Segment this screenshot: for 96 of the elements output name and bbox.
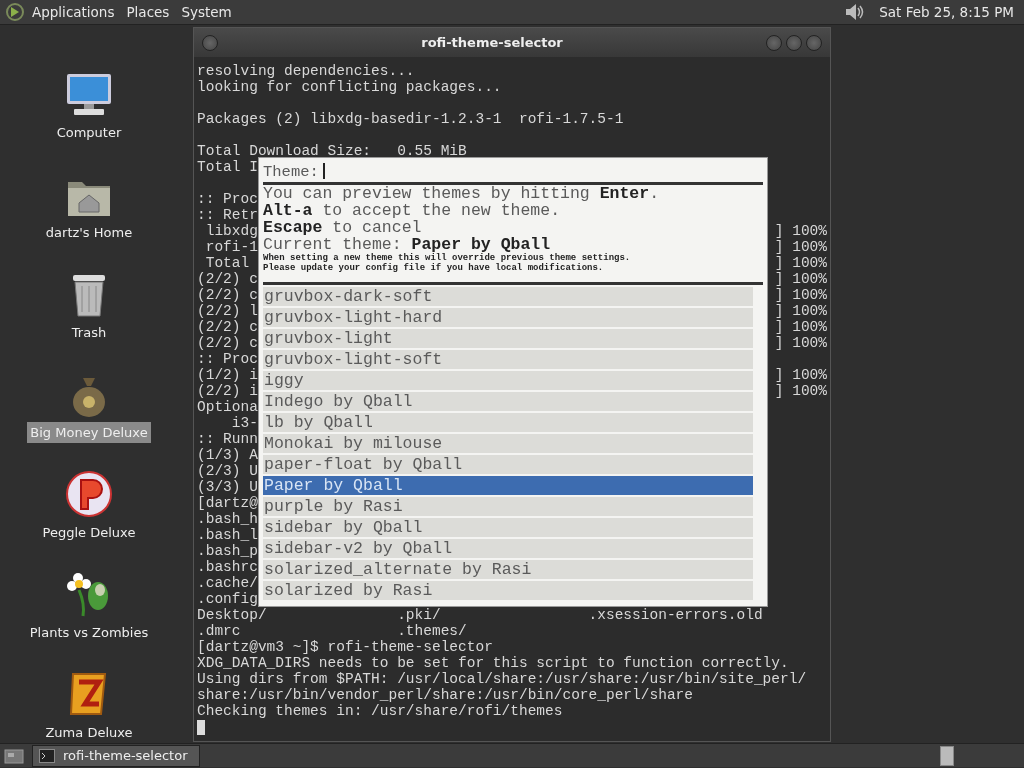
- icon-label[interactable]: Peggle Deluxe: [39, 521, 139, 543]
- taskbar-button[interactable]: rofi-theme-selector: [32, 744, 200, 767]
- terminal-line: .dmrc .themes/: [197, 623, 467, 639]
- theme-list-item[interactable]: solarized by Rasi: [263, 581, 753, 600]
- terminal-line: [dartz@: [197, 495, 258, 511]
- terminal-line: (2/2) c: [197, 319, 258, 335]
- message-line: You can preview themes by hitting Enter.: [263, 185, 661, 202]
- progress-text: ] 100%: [774, 335, 827, 351]
- window-menu-button[interactable]: [202, 34, 218, 51]
- terminal-cursor: [197, 720, 205, 735]
- menu-item[interactable]: Applications: [26, 1, 121, 23]
- terminal-line: Optiona: [197, 399, 258, 415]
- progress-text: ] 100%: [774, 383, 827, 399]
- icon-label[interactable]: Big Money Deluxe: [27, 421, 151, 443]
- progress-text: ] 100%: [774, 271, 827, 287]
- terminal-line: Total I: [197, 159, 258, 175]
- terminal-line: :: Proc: [197, 191, 258, 207]
- note-line: Please update your config file if you have local modifications.: [263, 263, 605, 273]
- theme-list-item[interactable]: gruvbox-dark-soft: [263, 287, 753, 306]
- terminal-line: XDG_DATA_DIRS needs to be set for this script to function correctly.: [197, 655, 789, 671]
- terminal-line: (2/2) c: [197, 287, 258, 303]
- terminal-line: Using dirs from $PATH: /usr/local/share:/usr/share:/usr/bin/site_perl/: [197, 671, 807, 687]
- progress-text: ] 100%: [774, 367, 827, 383]
- clock[interactable]: Sat Feb 25, 8:15 PM: [873, 1, 1020, 23]
- terminal-line: .bash_h: [197, 511, 258, 527]
- theme-list-item[interactable]: purple by Rasi: [263, 497, 753, 516]
- theme-list-item[interactable]: Indego by Qball: [263, 392, 753, 411]
- progress-text: ] 100%: [774, 287, 827, 303]
- message-line: Alt-a to accept the new theme.: [263, 202, 562, 219]
- window-title: rofi-theme-selector: [421, 33, 563, 52]
- terminal-line: :: Retr: [197, 207, 258, 223]
- show-desktop-icon[interactable]: [4, 746, 24, 765]
- terminal-line: .cache/: [197, 575, 258, 591]
- theme-list-item[interactable]: gruvbox-light: [263, 329, 753, 348]
- terminal-line: .config: [197, 591, 258, 607]
- theme-list-item[interactable]: sidebar by Qball: [263, 518, 753, 537]
- terminal-line: (1/2) i: [197, 367, 258, 383]
- terminal-line: :: Runn: [197, 431, 258, 447]
- theme-list-item[interactable]: paper-float by Qball: [263, 455, 753, 474]
- ball-icon[interactable]: [65, 469, 113, 518]
- theme-list-item[interactable]: sidebar-v2 by Qball: [263, 539, 753, 558]
- icon-label[interactable]: Computer: [53, 121, 125, 143]
- progress-text: ] 100%: [774, 223, 827, 239]
- terminal-line: Checking themes in: /usr/share/rofi/themes: [197, 703, 563, 719]
- prompt-label: Theme:: [263, 163, 319, 181]
- terminal-line: .bash_l: [197, 527, 258, 543]
- message-line: Escape to cancel: [263, 219, 423, 236]
- icon-label[interactable]: Trash: [68, 321, 110, 343]
- note-line: When setting a new theme this will override previous theme settings.: [263, 253, 632, 263]
- minimize-button[interactable]: [766, 34, 782, 51]
- terminal-line: (1/3) A: [197, 447, 258, 463]
- theme-list-item[interactable]: solarized_alternate by Rasi: [263, 560, 753, 579]
- terminal-line: i3-: [230, 415, 258, 431]
- speaker-icon[interactable]: [843, 2, 866, 22]
- computer-icon[interactable]: [64, 71, 114, 118]
- terminal-line: [dartz@vm3 ~]$ rofi-theme-selector: [197, 639, 493, 655]
- theme-list-item[interactable]: Monokai by milouse: [263, 434, 753, 453]
- terminal-line: Total Download Size: 0.55 MiB: [197, 143, 467, 159]
- progress-text: ] 100%: [774, 303, 827, 319]
- theme-list-item[interactable]: iggy: [263, 371, 753, 390]
- message-line: Current theme: Paper by Qball: [263, 236, 551, 253]
- terminal-line: (3/3) U: [197, 479, 258, 495]
- terminal-line: (2/2) i: [197, 383, 258, 399]
- terminal-line: :: Proc: [197, 351, 258, 367]
- terminal-line: Total: [204, 255, 251, 271]
- icon-label[interactable]: Zuma Deluxe: [42, 721, 136, 743]
- terminal-line: rofi-1: [204, 239, 258, 255]
- terminal-line: libxdg: [204, 223, 258, 239]
- icon-label[interactable]: dartz's Home: [42, 221, 136, 243]
- close-button[interactable]: [806, 34, 822, 51]
- theme-list-item[interactable]: gruvbox-light-hard: [263, 308, 753, 327]
- maximize-button[interactable]: [786, 34, 802, 51]
- terminal-line: Desktop/ .pki/ .xsession-errors.old: [197, 607, 763, 623]
- terminal-line: (2/3) U: [197, 463, 258, 479]
- progress-text: ] 100%: [774, 255, 827, 271]
- terminal-line: (2/2) c: [197, 335, 258, 351]
- text-cursor: [322, 163, 325, 179]
- terminal-icon: [39, 748, 55, 763]
- terminal-line: resolving dependencies...: [197, 63, 415, 79]
- terminal-line: looking for conflicting packages...: [197, 79, 502, 95]
- theme-list-item[interactable]: lb by Qball: [263, 413, 753, 432]
- menu-item[interactable]: Places: [120, 1, 176, 23]
- icon-label[interactable]: Plants vs Zombies: [26, 621, 152, 643]
- terminal-line: Packages (2) libxdg-basedir-1.2.3-1 rofi-1.7.5-1: [197, 111, 624, 127]
- progress-text: ] 100%: [774, 319, 827, 335]
- terminal-line: (2/2) l: [197, 303, 258, 319]
- theme-list-item[interactable]: Paper by Qball: [263, 476, 753, 495]
- terminal-line: share:/usr/bin/vendor_perl/share:/usr/bin/core_perl/share: [197, 687, 693, 703]
- progress-text: ] 100%: [774, 239, 827, 255]
- terminal-line: .bashrc: [197, 559, 258, 575]
- workspace-pager[interactable]: [940, 745, 954, 766]
- terminal-line: (2/2) c: [197, 271, 258, 287]
- terminal-line: .bash_p: [197, 543, 258, 559]
- logo-icon[interactable]: [4, 2, 26, 22]
- theme-list-item[interactable]: gruvbox-light-soft: [263, 350, 753, 369]
- menu-item[interactable]: System: [175, 1, 238, 23]
